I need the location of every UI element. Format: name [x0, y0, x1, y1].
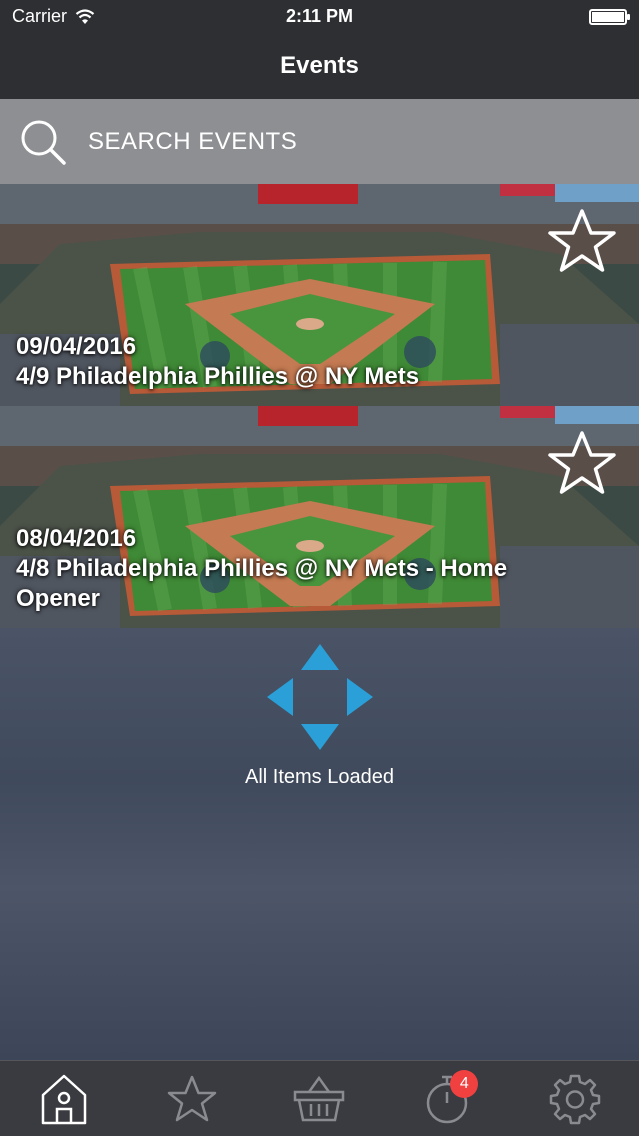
search-input[interactable]	[88, 127, 608, 156]
search-bar[interactable]	[0, 99, 639, 184]
event-text: 08/04/2016 4/8 Philadelphia Phillies @ N…	[16, 524, 539, 614]
battery-icon	[589, 8, 630, 25]
event-card[interactable]: 08/04/2016 4/8 Philadelphia Phillies @ N…	[0, 406, 639, 628]
search-icon	[21, 120, 66, 165]
event-title: 4/9 Philadelphia Phillies @ NY Mets	[16, 363, 420, 390]
status-bar: Carrier 2:11 PM	[0, 0, 639, 33]
home-icon	[41, 1074, 87, 1124]
tab-home[interactable]	[29, 1064, 99, 1134]
tab-bar: 4	[0, 1060, 639, 1136]
basket-icon	[294, 1075, 345, 1121]
event-date: 08/04/2016	[16, 525, 137, 552]
event-text: 09/04/2016 4/9 Philadelphia Phillies @ N…	[16, 332, 549, 392]
favorite-star-icon[interactable]	[547, 208, 617, 274]
gear-icon	[549, 1074, 601, 1124]
tab-settings[interactable]	[540, 1064, 610, 1134]
event-title: 4/8 Philadelphia Phillies @ NY Mets - Ho…	[16, 555, 508, 612]
event-card[interactable]: 09/04/2016 4/9 Philadelphia Phillies @ N…	[0, 184, 639, 406]
arrows-icon	[267, 644, 373, 750]
all-items-loaded-label: All Items Loaded	[245, 766, 394, 788]
tab-timer[interactable]: 4	[412, 1064, 482, 1134]
tab-favorites[interactable]	[157, 1064, 227, 1134]
page-title: Events	[280, 52, 359, 79]
status-time: 2:11 PM	[285, 6, 354, 26]
loaded-area: All Items Loaded	[0, 628, 639, 1060]
notification-badge: 4	[450, 1069, 479, 1098]
star-icon	[167, 1075, 216, 1121]
event-date: 09/04/2016	[16, 333, 137, 360]
favorite-star-icon[interactable]	[547, 430, 617, 496]
nav-bar: Events	[0, 33, 639, 99]
tab-basket[interactable]	[284, 1064, 354, 1134]
